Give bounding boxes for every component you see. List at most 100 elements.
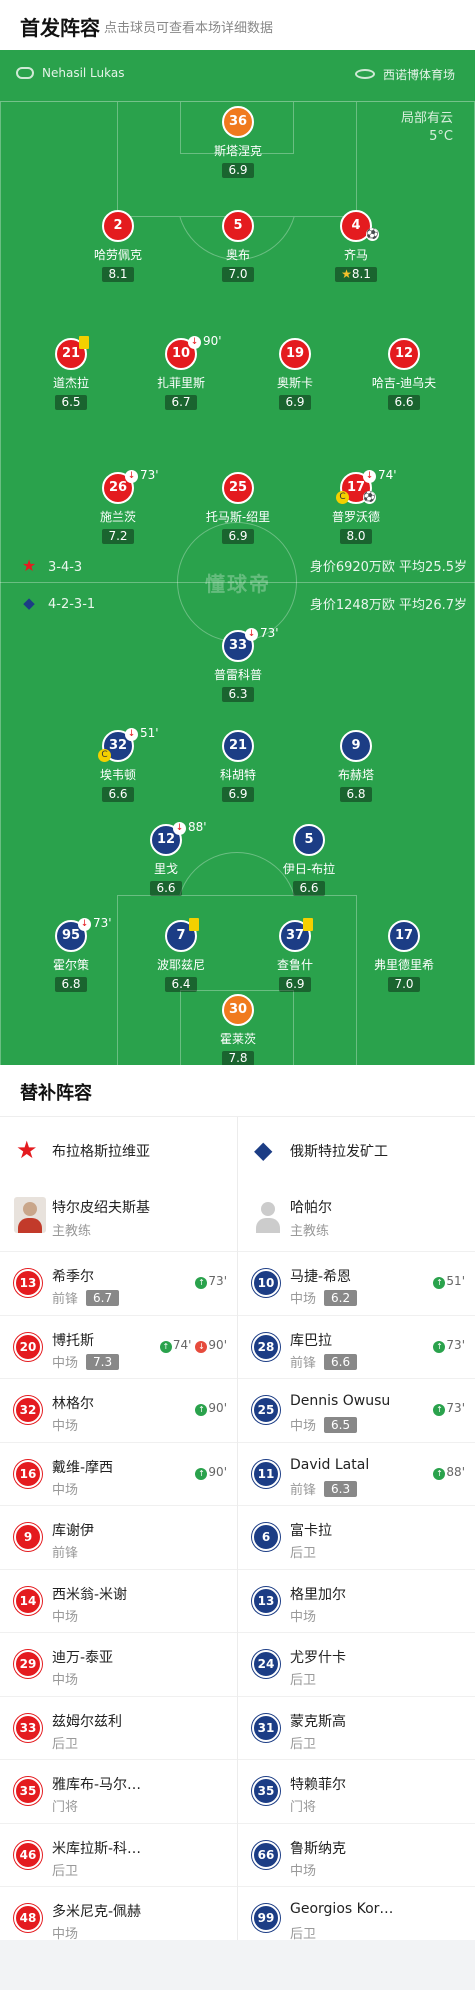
away-player[interactable]: 95 ↓ 73' 霍尔策 6.8 — [16, 916, 126, 992]
away-player[interactable]: 37 查鲁什 6.9 — [240, 918, 350, 992]
home-player[interactable]: 12 哈吉-迪乌夫 6.6 — [349, 338, 459, 410]
player-name: 林格尔 — [52, 1396, 94, 1412]
sub-player-row[interactable]: 66 鲁斯纳克 中场 — [238, 1822, 475, 1887]
home-player[interactable]: 5 奥布 7.0 — [183, 210, 293, 282]
sub-player-row[interactable]: 20 博托斯 中场 7.3 ↑ 74' ↓ 90' — [0, 1314, 237, 1379]
player-rating: 6.3 — [324, 1480, 358, 1497]
away-team-header[interactable]: ◆ 俄斯特拉发矿工 — [238, 1117, 475, 1183]
player-rating: 6.6 — [102, 787, 134, 802]
sub-in-icon: ↑ — [433, 1404, 446, 1416]
away-player[interactable]: 17 弗里德里希 7.0 — [349, 920, 459, 992]
sub-player-row[interactable]: 35 雅库布-马尔… 门将 — [0, 1759, 237, 1823]
player-name: 扎菲里斯 — [156, 376, 205, 390]
player-number: 17 — [388, 920, 420, 952]
player-name: 霍莱茨 — [219, 1032, 256, 1046]
player-number: 9 — [14, 1523, 42, 1551]
player-number: 2 — [102, 210, 134, 242]
player-name: 霍尔策 — [52, 958, 89, 972]
home-player[interactable]: 36 斯塔涅克 6.9 — [183, 106, 293, 178]
position-text: 前锋 — [290, 1482, 317, 1498]
home-player[interactable]: 26 ↓ 73' 施兰茨 7.2 — [63, 468, 173, 544]
position-text: 后卫 — [290, 1736, 317, 1752]
player-number: 12 — [388, 338, 420, 370]
home-team-header[interactable]: ★ 布拉格斯拉维亚 — [0, 1117, 237, 1183]
home-player[interactable]: 21 道杰拉 6.5 — [16, 336, 126, 410]
team-name: 布拉格斯拉维亚 — [52, 1144, 150, 1160]
away-player[interactable]: 9 布赫塔 6.8 — [301, 730, 411, 802]
player-position: 后卫 — [290, 1733, 316, 1752]
sub-in-icon: ↑ — [433, 1467, 446, 1480]
player-position: 中场 — [52, 1415, 78, 1434]
sub-player-row[interactable]: 28 库巴拉 前锋 6.6 ↑ 73' — [238, 1314, 475, 1379]
home-player[interactable]: 4 ⚽ 齐马 ★8.1 — [301, 210, 411, 282]
coach-role: 主教练 — [52, 1224, 92, 1239]
sub-player-row[interactable]: 35 特赖菲尔 门将 — [238, 1759, 475, 1823]
away-player[interactable]: 21 科胡特 6.9 — [183, 730, 293, 802]
player-name: 查鲁什 — [276, 958, 313, 972]
away-player[interactable]: 32 C ↓ 51' 埃韦顿 6.6 — [63, 726, 173, 802]
player-number: 35 — [252, 1777, 280, 1805]
team-name: 俄斯特拉发矿工 — [290, 1144, 388, 1160]
player-name: 博托斯 — [52, 1332, 94, 1349]
sub-out-icon: ↓ — [363, 470, 376, 483]
player-name: 道杰拉 — [52, 376, 89, 390]
position-text: 中场 — [290, 1419, 317, 1434]
position-text: 中场 — [290, 1292, 317, 1307]
sub-events: ↑ 51' — [433, 1274, 465, 1289]
sub-player-row[interactable]: 13 格里加尔 中场 — [238, 1568, 475, 1633]
player-rating: 7.0 — [222, 267, 254, 282]
sub-player-row[interactable]: 29 迪万-泰亚 中场 — [0, 1632, 237, 1696]
player-rating: 8.0 — [340, 529, 372, 544]
sub-player-row[interactable]: 33 兹姆尔兹利 后卫 — [0, 1695, 237, 1760]
away-coach[interactable]: 哈帕尔 主教练 — [238, 1183, 475, 1251]
position-text: 前锋 — [290, 1355, 317, 1371]
player-rating: ★8.1 — [335, 267, 377, 282]
sub-player-row[interactable]: 14 西米翁-米谢 中场 — [0, 1568, 237, 1633]
sub-out-icon: ↓ — [173, 822, 186, 835]
sub-out-event: ↓ 90' — [188, 334, 222, 349]
player-rating: 6.9 — [279, 977, 311, 992]
sub-in-minute: 73' — [446, 1337, 465, 1352]
sub-player-row[interactable]: 31 蒙克斯高 后卫 — [238, 1695, 475, 1760]
sub-player-row[interactable]: 48 多米尼克-佩赫 中场 — [0, 1886, 237, 1950]
event-minute: 73' — [260, 626, 279, 640]
sub-player-row[interactable]: 16 戴维-摩西 中场 ↑ 90' — [0, 1441, 237, 1506]
player-name: 库巴拉 — [290, 1332, 332, 1349]
sub-player-row[interactable]: 99 Georgios Kor… 后卫 — [238, 1886, 475, 1950]
player-number: 25 — [222, 472, 254, 504]
sub-out-icon: ↓ — [245, 628, 258, 641]
away-player[interactable]: 5 伊日-布拉 6.6 — [254, 824, 364, 896]
sub-player-row[interactable]: 24 尤罗什卡 后卫 — [238, 1632, 475, 1696]
sub-player-row[interactable]: 10 马捷-希恩 中场 6.2 ↑ 51' — [238, 1251, 475, 1315]
position-text: 中场 — [52, 1609, 79, 1625]
assist-icon: ⚽ — [363, 491, 376, 504]
player-number: 29 — [14, 1650, 42, 1678]
sub-in-icon: ↑ — [433, 1340, 446, 1353]
home-player[interactable]: 17 C ⚽ ↓ 74' 普罗沃德 8.0 — [301, 468, 411, 544]
home-coach[interactable]: 特尔皮绍夫斯基 主教练 — [0, 1183, 237, 1251]
venue-name: 西诺博体育场 — [382, 68, 455, 82]
home-player[interactable]: 19 奥斯卡 6.9 — [240, 338, 350, 410]
player-position: 中场 — [290, 1860, 316, 1879]
sub-player-row[interactable]: 32 林格尔 中场 ↑ 90' — [0, 1378, 237, 1442]
player-number: 13 — [14, 1269, 42, 1297]
sub-player-row[interactable]: 13 希季尔 前锋 6.7 ↑ 73' — [0, 1251, 237, 1315]
sub-out-event: ↓ 88' — [173, 820, 207, 835]
position-text: 门将 — [290, 1800, 317, 1815]
sub-player-row[interactable]: 46 米库拉斯-科… 后卫 — [0, 1822, 237, 1887]
home-player[interactable]: 25 托马斯-绍里 6.9 — [183, 472, 293, 544]
away-player[interactable]: 7 波耶兹尼 6.4 — [126, 918, 236, 992]
sub-player-row[interactable]: 6 富卡拉 后卫 — [238, 1505, 475, 1569]
sub-out-event: ↓ 51' — [125, 726, 159, 741]
home-player[interactable]: 10 ↓ 90' 扎菲里斯 6.7 — [126, 334, 236, 410]
away-player[interactable]: 30 霍莱茨 7.8 — [183, 994, 293, 1065]
sub-player-row[interactable]: 9 库谢伊 前锋 — [0, 1505, 237, 1569]
sub-player-row[interactable]: 25 Dennis Owusu 中场 6.5 ↑ 73' — [238, 1378, 475, 1442]
home-player[interactable]: 2 哈劳佩克 8.1 — [63, 210, 173, 282]
player-position: 前锋 6.7 — [52, 1288, 120, 1307]
away-player[interactable]: 33 ↓ 73' 普雷科普 6.3 — [183, 626, 293, 702]
player-name: 布赫塔 — [337, 768, 374, 782]
away-player[interactable]: 12 ↓ 88' 里戈 6.6 — [111, 820, 221, 896]
sub-player-row[interactable]: 11 David Latal 前锋 6.3 ↑ 88' — [238, 1441, 475, 1506]
position-text: 中场 — [52, 1482, 79, 1498]
